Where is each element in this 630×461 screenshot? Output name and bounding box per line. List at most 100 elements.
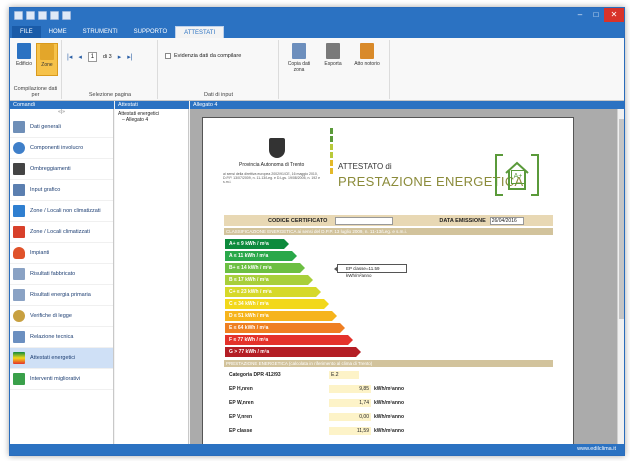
- nav-label: Zone / Locali non climatizzati: [30, 208, 101, 214]
- nav-input-grafico[interactable]: Input grafico: [10, 180, 113, 201]
- nav-label: Interventi migliorativi: [30, 376, 81, 382]
- help-icon[interactable]: [62, 11, 71, 20]
- tab-supporto[interactable]: SUPPORTO: [126, 26, 175, 38]
- row-value[interactable]: E.2: [329, 370, 359, 379]
- data-emissione-field[interactable]: 26/04/2016: [489, 216, 524, 225]
- tab-home[interactable]: HOME: [41, 26, 75, 38]
- evidenzia-checkbox[interactable]: Evidenzia dati da compilare: [165, 53, 241, 59]
- calculator-icon: [13, 289, 25, 301]
- class-bar-b-plus: B+ ≤ 14 kWh / m²a: [225, 263, 305, 273]
- ribbon-tabs: FILE HOME STRUMENTI SUPPORTO ATTESTATI: [10, 25, 624, 38]
- class-bar-a-plus: A+ ≤ 9 kWh / m²a: [225, 239, 289, 249]
- save-icon[interactable]: [38, 11, 47, 20]
- report-icon: [13, 331, 25, 343]
- nav-impianti[interactable]: Impianti: [10, 243, 113, 264]
- class-bar-c: C ≤ 34 kWh / m²a: [225, 299, 329, 309]
- tab-strumenti[interactable]: STRUMENTI: [75, 26, 126, 38]
- nav-dati-generali[interactable]: Dati generali: [10, 117, 113, 138]
- section-prestazione: PRESTAZIONE ENERGETICA (calcolata in rif…: [224, 360, 553, 367]
- document-icon: [13, 121, 25, 133]
- new-icon[interactable]: [14, 11, 23, 20]
- class-bar-a: A ≤ 11 kWh / m²a: [225, 251, 297, 261]
- legal-reference: ai sensi della direttiva europea 2002/91…: [223, 172, 321, 184]
- scrollbar-thumb[interactable]: [619, 119, 624, 319]
- zone-button[interactable]: Zone: [36, 43, 58, 76]
- nav-label: Relazione tecnica: [30, 334, 74, 340]
- row-ep-h: EP H,nren 9,85 kWh/m²anno: [229, 384, 404, 393]
- attestati-tree: Attestati energetici – Allegato 4: [115, 109, 189, 446]
- nav-risultati-energia-primaria[interactable]: Risultati energia primaria: [10, 285, 113, 306]
- window-controls: – □ ✕: [572, 8, 624, 22]
- title-bar: – □ ✕: [10, 8, 624, 25]
- nav-zone-non-climatizzati[interactable]: Zone / Locali non climatizzati: [10, 201, 113, 222]
- nav-label: Impianti: [30, 250, 50, 256]
- page-number-input[interactable]: 1: [87, 52, 97, 62]
- row-unit: kWh/m²anno: [374, 427, 404, 434]
- hammer-icon: [360, 43, 374, 59]
- row-label: EP H,nren: [229, 385, 253, 392]
- tree-node-allegato4[interactable]: – Allegato 4: [118, 117, 185, 123]
- nav-label: Verifiche di legge: [30, 313, 72, 319]
- row-ep-w: EP W,nren 1,74 kWh/m²anno: [229, 398, 404, 407]
- calculator-icon: [13, 268, 25, 280]
- copia-dati-label: Copia dati zona: [287, 61, 311, 73]
- nav-zone-climatizzati[interactable]: Zone / Locali climatizzati: [10, 222, 113, 243]
- open-icon[interactable]: [26, 11, 35, 20]
- class-bar-f: F ≤ 77 kWh / m²a: [225, 335, 353, 345]
- first-page-icon[interactable]: |◂: [67, 53, 72, 61]
- ep-class-indicator: EP classe=11.59 kWh/m²anno: [334, 264, 407, 278]
- row-ep-classe: EP classe 11,59 kWh/m²anno: [229, 426, 404, 435]
- flame-icon: [13, 247, 25, 259]
- checkbox-box[interactable]: [165, 53, 171, 59]
- nav-componenti-involucro[interactable]: Componenti involucro: [10, 138, 113, 159]
- nav-label: Risultati energia primaria: [30, 292, 91, 298]
- copy-icon: [292, 43, 306, 59]
- maximize-button[interactable]: □: [588, 8, 604, 22]
- class-bar-c-plus: C+ ≤ 23 kWh / m²a: [225, 287, 321, 297]
- tab-attestati[interactable]: ATTESTATI: [175, 26, 225, 38]
- nav-label: Dati generali: [30, 124, 61, 130]
- print-icon[interactable]: [50, 11, 59, 20]
- status-bar: www.edilclima.it: [10, 444, 624, 455]
- last-page-icon[interactable]: ▸|: [127, 53, 132, 61]
- tab-file[interactable]: FILE: [12, 26, 41, 38]
- collapse-icon[interactable]: «|»: [10, 109, 113, 117]
- group-dati-input-label: Dati di input: [203, 92, 234, 98]
- decorative-bars: [330, 128, 333, 176]
- row-value[interactable]: 9,85: [329, 384, 371, 393]
- nav-label: Ombreggiamenti: [30, 166, 71, 172]
- codice-label: CODICE CERTIFICATO: [268, 217, 328, 224]
- edificio-button[interactable]: Edificio: [13, 43, 35, 67]
- esporta-label: Esporta: [324, 61, 342, 67]
- mid-pane-title: Attestati: [118, 102, 138, 108]
- class-bar-d: D ≤ 51 kWh / m²a: [225, 311, 337, 321]
- atto-notorio-button[interactable]: Atto notorio: [354, 43, 380, 67]
- commands-pane: «|» Dati generali Componenti involucro O…: [10, 109, 114, 446]
- nav-ombreggiamenti[interactable]: Ombreggiamenti: [10, 159, 113, 180]
- shadow-icon: [13, 163, 25, 175]
- stamp-icon: [13, 310, 25, 322]
- row-value[interactable]: 11,59: [329, 426, 371, 435]
- right-pane-title: Allegato 4: [193, 102, 218, 108]
- vertical-scrollbar[interactable]: [617, 109, 624, 446]
- next-page-icon[interactable]: ▸: [118, 53, 122, 61]
- copia-dati-zona-button[interactable]: Copia dati zona: [286, 43, 312, 73]
- codice-field[interactable]: [335, 216, 394, 225]
- prev-page-icon[interactable]: ◂: [78, 53, 82, 61]
- nav-relazione-tecnica[interactable]: Relazione tecnica: [10, 327, 113, 348]
- certificate-row: CODICE CERTIFICATO DATA EMISSIONE 26/04/…: [224, 215, 553, 226]
- nav-verifiche-di-legge[interactable]: Verifiche di legge: [10, 306, 113, 327]
- group-compilazione: Edificio Zone Compilazione dati per: [10, 40, 62, 99]
- row-value[interactable]: 0,00: [329, 412, 371, 421]
- nav-label: Componenti involucro: [30, 145, 84, 151]
- province-name: Provincia Autonoma di Trento: [239, 162, 305, 168]
- left-pane-title: Comandi: [13, 102, 36, 108]
- nav-attestati-energetici[interactable]: Attestati energetici: [10, 348, 113, 369]
- nav-risultati-fabbricato[interactable]: Risultati fabbricato: [10, 264, 113, 285]
- row-label: EP classe: [229, 427, 253, 434]
- minimize-button[interactable]: –: [572, 8, 588, 22]
- close-button[interactable]: ✕: [604, 8, 624, 22]
- nav-interventi-migliorativi[interactable]: Interventi migliorativi: [10, 369, 113, 390]
- esporta-button[interactable]: Esporta: [320, 43, 346, 67]
- row-value[interactable]: 1,74: [329, 398, 371, 407]
